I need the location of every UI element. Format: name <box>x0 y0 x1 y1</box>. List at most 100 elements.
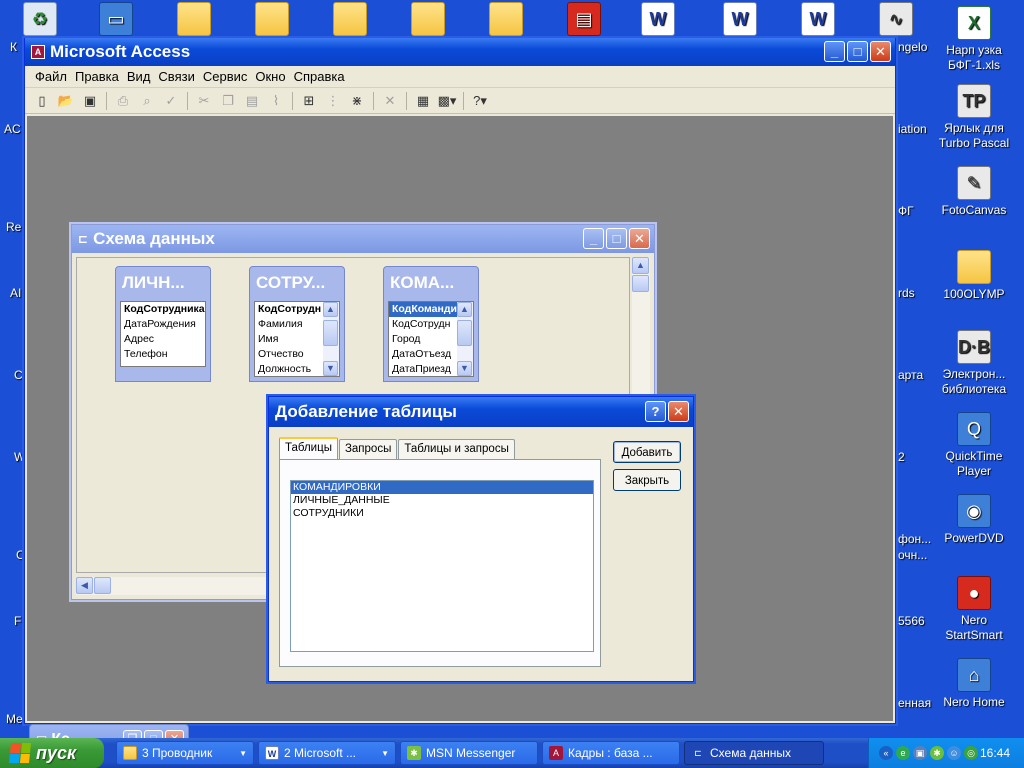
copy-icon[interactable]: ❐ <box>217 91 239 111</box>
scroll-thumb[interactable] <box>457 320 472 346</box>
show-table-icon[interactable]: ⊞ <box>298 91 320 111</box>
tab-queries[interactable]: Запросы <box>338 439 398 459</box>
dialog-title-bar[interactable]: Добавление таблицы ? ✕ <box>269 397 693 427</box>
desktop-icon-turbo-pascal[interactable]: TP Ярлык для Turbo Pascal <box>934 84 1014 151</box>
desktop-icon-fotocanvas[interactable]: ✎ FotoCanvas <box>934 166 1014 218</box>
new-object-icon[interactable]: ▩▾ <box>436 91 458 111</box>
desktop-icon-powerdvd[interactable]: ◉ PowerDVD <box>934 494 1014 546</box>
desktop-icon-recycle-bin[interactable]: ♻ <box>0 2 80 39</box>
scroll-down-icon[interactable]: ▼ <box>457 361 472 376</box>
start-button[interactable]: пуск <box>0 738 104 768</box>
desktop-icon-folder[interactable] <box>232 2 312 39</box>
maximize-button[interactable]: □ <box>606 228 627 249</box>
scroll-up-icon[interactable]: ▲ <box>323 302 338 317</box>
minimize-button[interactable]: _ <box>583 228 604 249</box>
print-icon[interactable]: ⎙ <box>112 91 134 111</box>
desktop-icon-word-doc[interactable]: W <box>778 2 858 39</box>
tray-chevron-icon[interactable]: « <box>879 746 893 760</box>
table-box-title[interactable]: КОМА... <box>384 267 478 299</box>
print-preview-icon[interactable]: ⌕ <box>136 91 158 111</box>
close-button[interactable]: ✕ <box>629 228 650 249</box>
desktop-icon-word-doc[interactable]: W <box>618 2 698 39</box>
open-folder-icon[interactable]: 📂 <box>55 91 77 111</box>
task-schema[interactable]: ⊏ Схема данных <box>684 741 824 765</box>
save-icon[interactable]: ▣ <box>79 91 101 111</box>
desktop-icon-folder[interactable] <box>388 2 468 39</box>
close-button[interactable]: ✕ <box>870 41 891 62</box>
tray-shield-icon[interactable]: ◎ <box>964 746 978 760</box>
close-button[interactable]: ✕ <box>668 401 689 422</box>
desktop-icon-folder[interactable] <box>466 2 546 39</box>
table-box-trips[interactable]: КОМА... КодКоманди КодСотрудн Город Дата… <box>383 266 479 382</box>
new-file-icon[interactable]: ▯ <box>31 91 53 111</box>
menu-tools[interactable]: Сервис <box>199 69 252 84</box>
desktop-icon-quicktime[interactable]: Q QuickTime Player <box>934 412 1014 479</box>
desktop-icon-nero-home[interactable]: ⌂ Nero Home <box>934 658 1014 710</box>
task-explorer[interactable]: 3 Проводник ▼ <box>116 741 254 765</box>
help-icon[interactable]: ?▾ <box>469 91 491 111</box>
field-list[interactable]: КодКоманди КодСотрудн Город ДатаОтъезд Д… <box>388 301 474 377</box>
table-box-employees[interactable]: СОТРУ... КодСотрудн Фамилия Имя Отчество… <box>249 266 345 382</box>
field-item[interactable]: Адрес <box>121 332 205 347</box>
show-direct-icon[interactable]: ⋮ <box>322 91 344 111</box>
menu-edit[interactable]: Правка <box>71 69 123 84</box>
tab-tables[interactable]: Таблицы <box>279 437 338 459</box>
paste-icon[interactable]: ▤ <box>241 91 263 111</box>
list-item[interactable]: КОМАНДИРОВКИ <box>291 481 593 494</box>
scroll-down-icon[interactable]: ▼ <box>323 361 338 376</box>
clock[interactable]: 16:44 <box>980 746 1010 760</box>
field-list-scrollbar[interactable]: ▲ ▼ <box>457 302 473 376</box>
desktop-icon-100olymp[interactable]: 100OLYMP <box>934 250 1014 302</box>
field-list[interactable]: КодСотрудника ДатаРождения Адрес Телефон <box>120 301 206 367</box>
list-item[interactable]: ЛИЧНЫЕ_ДАННЫЕ <box>291 494 593 507</box>
field-item[interactable]: ДатаРождения <box>121 317 205 332</box>
help-button[interactable]: ? <box>645 401 666 422</box>
task-microsoft[interactable]: W 2 Microsoft ... ▼ <box>258 741 396 765</box>
desktop-icon-folder[interactable] <box>154 2 234 39</box>
format-painter-icon[interactable]: ⌇ <box>265 91 287 111</box>
desktop-icon-folder[interactable] <box>310 2 390 39</box>
field-list[interactable]: КодСотрудн Фамилия Имя Отчество Должност… <box>254 301 340 377</box>
tray-msn-icon[interactable]: ✱ <box>930 746 944 760</box>
task-msn[interactable]: ✱ MSN Messenger <box>400 741 538 765</box>
table-box-title[interactable]: ЛИЧН... <box>116 267 210 299</box>
list-item[interactable]: СОТРУДНИКИ <box>291 507 593 520</box>
maximize-button[interactable]: □ <box>847 41 868 62</box>
field-item[interactable]: КодСотрудника <box>121 302 205 317</box>
scroll-left-icon[interactable]: ◀ <box>76 577 93 594</box>
menu-file[interactable]: Файл <box>31 69 71 84</box>
desktop-icon-library[interactable]: D·B Электрон... библиотека <box>934 330 1014 397</box>
table-box-title[interactable]: СОТРУ... <box>250 267 344 299</box>
scroll-up-icon[interactable]: ▲ <box>457 302 472 317</box>
scroll-thumb[interactable] <box>323 320 338 346</box>
relationships-title-bar[interactable]: ⊏ Схема данных _ □ ✕ <box>72 225 654 253</box>
database-window-icon[interactable]: ▦ <box>412 91 434 111</box>
desktop-icon-word-doc[interactable]: W <box>700 2 780 39</box>
desktop-icon-archive[interactable]: ▤ <box>544 2 624 39</box>
field-list-scrollbar[interactable]: ▲ ▼ <box>323 302 339 376</box>
desktop-icon-chart-app[interactable]: ∿ <box>856 2 936 39</box>
access-title-bar[interactable]: A Microsoft Access _ □ ✕ <box>25 38 895 66</box>
minimize-button[interactable]: _ <box>824 41 845 62</box>
field-item[interactable]: Телефон <box>121 347 205 362</box>
menu-window[interactable]: Окно <box>251 69 289 84</box>
task-kadry[interactable]: A Кадры : база ... <box>542 741 680 765</box>
table-list[interactable]: КОМАНДИРОВКИ ЛИЧНЫЕ_ДАННЫЕ СОТРУДНИКИ <box>290 480 594 652</box>
table-box-personal[interactable]: ЛИЧН... КодСотрудника ДатаРождения Адрес… <box>115 266 211 382</box>
delete-icon[interactable]: ✕ <box>379 91 401 111</box>
scroll-up-icon[interactable]: ▲ <box>632 257 649 274</box>
menu-view[interactable]: Вид <box>123 69 155 84</box>
scroll-thumb[interactable] <box>632 275 649 292</box>
desktop-icon-nero-startsmart[interactable]: ● Nero StartSmart <box>934 576 1014 643</box>
menu-relationships[interactable]: Связи <box>154 69 198 84</box>
desktop-icon-computer[interactable]: ▭ <box>76 2 156 39</box>
tab-tables-and-queries[interactable]: Таблицы и запросы <box>398 439 515 459</box>
show-all-relationships-icon[interactable]: ⋇ <box>346 91 368 111</box>
spelling-icon[interactable]: ✓ <box>160 91 182 111</box>
close-dialog-button[interactable]: Закрыть <box>613 469 681 491</box>
menu-help[interactable]: Справка <box>290 69 349 84</box>
scroll-thumb[interactable] <box>94 577 111 594</box>
tray-green-icon[interactable]: e <box>896 746 910 760</box>
desktop-icon-excel[interactable]: X Нарп узка БФГ-1.xls <box>934 6 1014 73</box>
add-button[interactable]: Добавить <box>613 441 681 463</box>
